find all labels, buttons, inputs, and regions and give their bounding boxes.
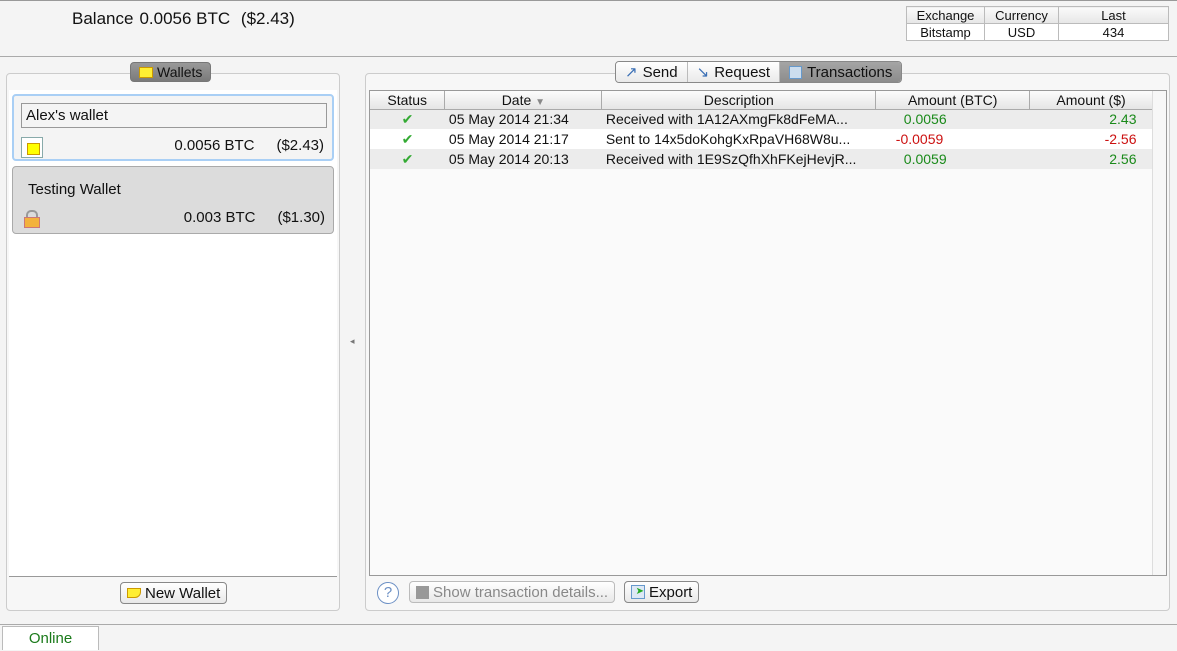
ticker-header-exchange: Exchange — [906, 6, 985, 24]
row-amount-btc: -0.0059 — [875, 129, 1030, 149]
main-tabs: ↗ Send ↘ Request Transactions — [615, 61, 903, 83]
wallets-tab-label: Wallets — [157, 64, 203, 80]
table-row[interactable]: ✔ 05 May 2014 21:17 Sent to 14x5doKohgKxRp… — [370, 129, 1153, 149]
column-date[interactable]: Date ▼ — [444, 91, 603, 110]
request-icon: ↘ — [696, 64, 710, 81]
tab-request-label: Request — [714, 63, 771, 81]
balance-display: Balance 0.0056 BTC ($2.43) — [72, 9, 301, 29]
confirmed-check-icon: ✔ — [370, 109, 445, 129]
wallet-name: Testing Wallet — [28, 181, 121, 198]
export-button[interactable]: ➤ Export — [624, 581, 700, 603]
online-status: Online — [2, 626, 99, 650]
export-label: Export — [649, 583, 693, 601]
wallets-tab[interactable]: Wallets — [130, 62, 212, 82]
tab-send[interactable]: ↗ Send — [616, 62, 688, 82]
ticker-exchange: Bitstamp — [906, 23, 985, 41]
tab-send-label: Send — [642, 63, 678, 81]
table-icon — [789, 65, 803, 79]
ticker-header-last: Last — [1058, 6, 1169, 24]
table-row[interactable]: ✔ 05 May 2014 20:13 Received with 1E9SzQfh… — [370, 149, 1153, 169]
balance-label: Balance — [72, 9, 134, 28]
ticker-header-currency: Currency — [984, 6, 1059, 24]
wallets-icon — [139, 66, 153, 78]
exchange-ticker: Exchange Currency Last Bitstamp USD 434 — [906, 6, 1169, 41]
tab-transactions[interactable]: Transactions — [780, 62, 902, 82]
wallet-amount: 0.0056 BTC ($2.43) — [152, 137, 324, 154]
row-amount-btc: 0.0056 — [875, 109, 1030, 129]
show-details-button[interactable]: Show transaction details... — [409, 581, 616, 603]
row-description: Received with 1E9SzQfhXhFKejHevjR... — [601, 149, 876, 169]
splitter-handle[interactable]: ◂ — [350, 336, 355, 347]
tab-request[interactable]: ↘ Request — [687, 62, 781, 82]
wallet-btc: 0.003 BTC — [183, 209, 256, 226]
show-details-label: Show transaction details... — [433, 583, 609, 601]
details-icon — [416, 585, 429, 599]
confirmed-check-icon: ✔ — [370, 129, 445, 149]
tab-transactions-label: Transactions — [807, 63, 893, 81]
send-icon: ↗ — [625, 64, 638, 81]
row-amount-btc: 0.0059 — [875, 149, 1030, 169]
wallet-color-icon[interactable] — [21, 137, 43, 158]
new-wallet-icon — [127, 588, 141, 598]
confirmed-check-icon: ✔ — [370, 149, 445, 169]
wallet-list-divider — [9, 576, 337, 577]
wallet-name-input[interactable]: Alex's wallet — [21, 103, 327, 128]
header-divider — [0, 56, 1177, 57]
wallet-card-selected[interactable]: Alex's wallet 0.0056 BTC ($2.43) — [12, 94, 334, 161]
status-bar-divider — [0, 624, 1177, 625]
sort-desc-icon: ▼ — [535, 96, 546, 108]
top-border — [0, 0, 1177, 1]
help-icon[interactable]: ? — [377, 582, 399, 604]
row-date: 05 May 2014 20:13 — [444, 149, 602, 169]
wallet-list — [9, 90, 337, 576]
ticker-currency: USD — [984, 23, 1059, 41]
wallet-card[interactable]: Testing Wallet 0.003 BTC ($1.30) — [12, 166, 334, 234]
row-date: 05 May 2014 21:17 — [444, 129, 602, 149]
balance-btc: 0.0056 BTC — [139, 9, 231, 28]
row-description: Sent to 14x5doKohgKxRpaVH68W8u... — [601, 129, 876, 149]
transactions-table: Status Date ▼ Description Amount (BTC) A… — [369, 90, 1167, 576]
row-amount-usd: 2.56 — [1029, 149, 1153, 169]
new-wallet-button[interactable]: New Wallet — [120, 582, 228, 604]
column-description[interactable]: Description — [601, 91, 877, 110]
ticker-last: 434 — [1058, 23, 1169, 41]
column-amount-usd[interactable]: Amount ($) — [1029, 91, 1153, 110]
wallet-amount: 0.003 BTC ($1.30) — [162, 209, 325, 226]
row-amount-usd: -2.56 — [1029, 129, 1153, 149]
vertical-scrollbar[interactable] — [1152, 91, 1166, 575]
lock-icon — [24, 210, 40, 228]
balance-fiat: ($2.43) — [240, 9, 295, 28]
row-description: Received with 1A12AXmgFk8dFeMA... — [601, 109, 876, 129]
wallet-fiat: ($2.43) — [276, 137, 324, 154]
row-amount-usd: 2.43 — [1029, 109, 1153, 129]
wallet-fiat: ($1.30) — [277, 209, 325, 226]
new-wallet-label: New Wallet — [145, 584, 221, 602]
row-date: 05 May 2014 21:34 — [444, 109, 602, 129]
column-date-label: Date — [501, 91, 532, 108]
wallet-btc: 0.0056 BTC — [174, 137, 255, 154]
table-row[interactable]: ✔ 05 May 2014 21:34 Received with 1A12AXmg… — [370, 109, 1153, 129]
column-status[interactable]: Status — [370, 91, 446, 110]
export-icon: ➤ — [631, 585, 645, 599]
column-amount-btc[interactable]: Amount (BTC) — [875, 91, 1031, 110]
